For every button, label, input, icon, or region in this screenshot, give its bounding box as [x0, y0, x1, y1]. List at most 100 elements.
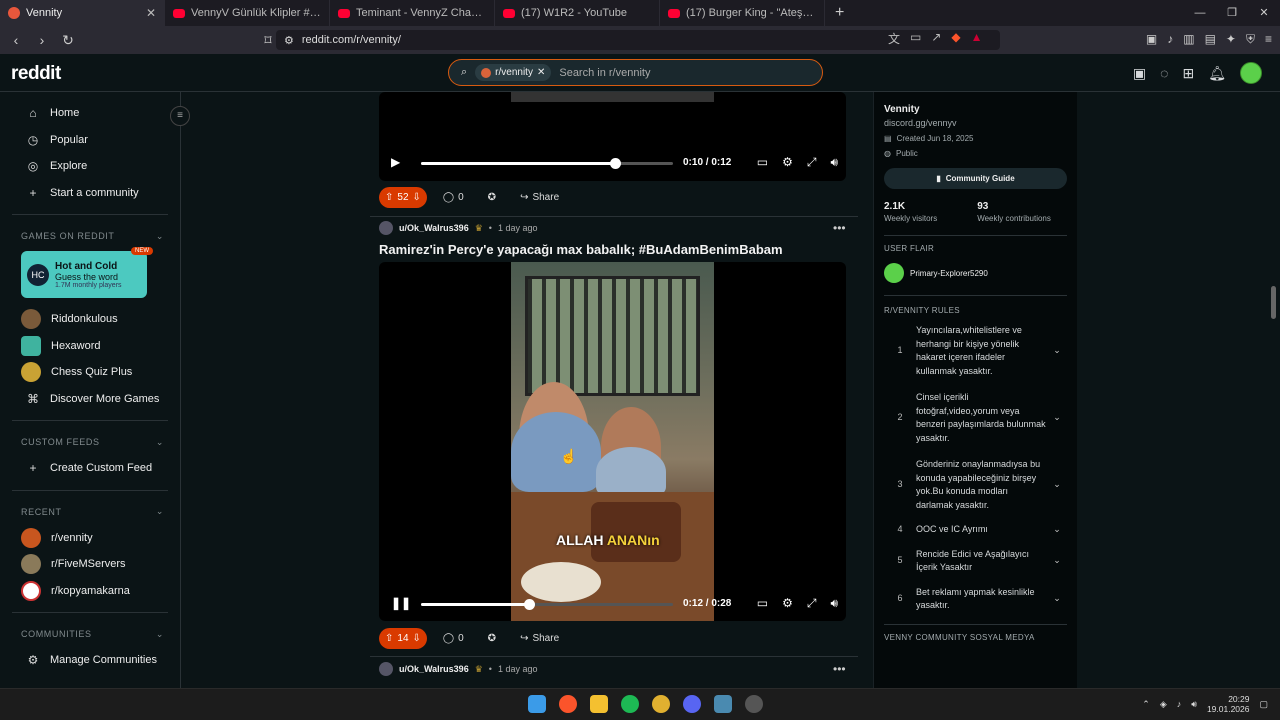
discord-icon[interactable]	[683, 695, 701, 713]
browser-tab-active[interactable]: Vennity ✕	[0, 0, 165, 26]
downvote-icon[interactable]: ⇩	[413, 192, 421, 203]
community-guide-button[interactable]: ▮ Community Guide	[884, 168, 1067, 189]
app-icon[interactable]	[714, 695, 732, 713]
share-button[interactable]: ↪ Share	[512, 187, 567, 208]
browser-tab[interactable]: Teminant - VennyZ Chapter IV - YouT	[330, 0, 495, 26]
settings-icon[interactable]: ⚙	[782, 155, 793, 170]
sidebar-icon[interactable]: ▥	[1183, 32, 1194, 47]
sidebar-recent-item[interactable]: r/vennity	[12, 525, 168, 552]
video-scrubber[interactable]	[610, 158, 622, 169]
volume-icon[interactable]: 🔊︎	[1191, 699, 1197, 710]
sidebar-game-item[interactable]: Chess Quiz Plus	[12, 359, 168, 386]
search-input[interactable]: ⌕ r/vennity ✕ Search in r/vennity	[448, 59, 823, 86]
new-tab-icon[interactable]: +	[825, 4, 854, 22]
captions-icon[interactable]: ▭	[757, 596, 768, 611]
games-section-header[interactable]: GAMES ON REDDIT ⌄	[12, 223, 168, 249]
reader-icon[interactable]: ▣	[1146, 32, 1157, 47]
advertise-icon[interactable]: ▣	[1133, 65, 1146, 82]
fullscreen-icon[interactable]: ⤢	[807, 155, 817, 170]
site-info-icon[interactable]: ⚙	[284, 34, 294, 47]
rule-item[interactable]: 4 OOC ve IC Ayrımı ⌄	[884, 520, 1067, 540]
steam-icon[interactable]	[745, 695, 763, 713]
cast-icon[interactable]: ▭	[910, 30, 921, 47]
comments-button[interactable]: ◯ 0	[435, 187, 472, 208]
music-icon[interactable]: ♪	[1167, 32, 1173, 47]
file-explorer-icon[interactable]	[590, 695, 608, 713]
create-post-icon[interactable]: ⊞	[1182, 65, 1194, 82]
post-title[interactable]: Ramirez'in Percy'e yapacağı max babalık;…	[379, 242, 783, 257]
video-player[interactable]: ALLAH ANANın ☝ ❚❚ 0:12 / 0:28 ▭ ⚙ ⤢ 🔊︎	[379, 262, 846, 621]
sidebar-item-home[interactable]: ⌂ Home	[12, 100, 168, 127]
network-icon[interactable]: ◈	[1160, 699, 1167, 710]
translate-icon[interactable]: 文	[888, 30, 900, 47]
rule-item[interactable]: 1 Yayıncılara,whitelistlere ve herhangi b…	[884, 321, 1067, 381]
tray-expand-icon[interactable]: ⌃	[1142, 699, 1150, 710]
comments-button[interactable]: ◯ 0	[435, 628, 472, 649]
video-progress-bar[interactable]	[421, 158, 673, 169]
chat-icon[interactable]: ◌	[1160, 65, 1168, 81]
share-icon[interactable]: ↗	[931, 30, 941, 47]
browser-tab[interactable]: (17) W1R2 - YouTube	[495, 0, 660, 26]
vote-button-group[interactable]: ⇧ 52 ⇩	[379, 187, 427, 208]
browser-tab[interactable]: (17) Burger King - "Ateş Seni Çağırıyo	[660, 0, 825, 26]
video-scrubber[interactable]	[524, 599, 536, 610]
back-icon[interactable]: ‹	[6, 32, 26, 48]
sidebar-item-discover-games[interactable]: ⌘ Discover More Games	[12, 386, 168, 413]
fullscreen-icon[interactable]: ⤢	[807, 596, 817, 611]
sidebar-item-popular[interactable]: ◷ Popular	[12, 127, 168, 154]
windows-start-icon[interactable]	[528, 695, 546, 713]
rule-item[interactable]: 5 Rencide Edici ve Aşağılayıcı İçerik Yas…	[884, 545, 1067, 578]
scrollbar-thumb[interactable]	[1271, 286, 1276, 319]
microphone-icon[interactable]: ♪	[1177, 699, 1182, 709]
custom-feeds-section-header[interactable]: CUSTOM FEEDS ⌄	[12, 429, 168, 455]
reload-icon[interactable]: ↻	[58, 32, 78, 49]
pause-icon[interactable]: ❚❚	[391, 596, 411, 610]
upvote-icon[interactable]: ⇧	[385, 633, 393, 644]
sidebar-item-start-community[interactable]: + Start a community	[12, 180, 168, 207]
vote-button-group[interactable]: ⇧ 14 ⇩	[379, 628, 427, 649]
volume-icon[interactable]: 🔊︎	[830, 596, 838, 611]
captions-icon[interactable]: ▭	[757, 155, 768, 170]
forward-icon[interactable]: ›	[32, 32, 52, 48]
video-player[interactable]: ▶ 0:10 / 0:12 ▭ ⚙ ⤢ 🔊︎	[379, 92, 846, 181]
avatar[interactable]	[379, 221, 393, 235]
recent-section-header[interactable]: RECENT ⌄	[12, 499, 168, 525]
search-community-chip[interactable]: r/vennity ✕	[475, 64, 552, 81]
sidebar-recent-item[interactable]: r/kopyamakarna	[12, 578, 168, 605]
avatar[interactable]	[379, 662, 393, 676]
sidebar-item-explore[interactable]: ◎ Explore	[12, 153, 168, 180]
rule-item[interactable]: 6 Bet reklamı yapmak kesinlikle yasaktır.…	[884, 583, 1067, 616]
video-progress-bar[interactable]	[421, 599, 673, 610]
sidebar-item-create-feed[interactable]: + Create Custom Feed	[12, 455, 168, 482]
settings-icon[interactable]: ⚙	[782, 596, 793, 611]
window-close-icon[interactable]: ✕	[1248, 0, 1280, 26]
award-button[interactable]: ✪	[480, 187, 504, 208]
brave-shield-icon[interactable]: ◆	[951, 30, 960, 47]
downvote-icon[interactable]: ⇩	[413, 633, 421, 644]
reddit-logo[interactable]: reddit	[11, 63, 61, 85]
play-icon[interactable]: ▶	[391, 155, 400, 169]
communities-section-header[interactable]: COMMUNITIES ⌄	[12, 621, 168, 647]
sidebar-game-item[interactable]: Riddonkulous	[12, 306, 168, 333]
remove-chip-icon[interactable]: ✕	[537, 67, 545, 78]
sidebar-recent-item[interactable]: r/FiveMServers	[12, 551, 168, 578]
rule-item[interactable]: 3 Gönderiniz onaylanmadıysa bu konuda yap…	[884, 455, 1067, 515]
vpn-icon[interactable]: ⛨	[1246, 32, 1255, 47]
menu-icon[interactable]: ≡	[1265, 32, 1272, 47]
rewards-icon[interactable]: ▲	[971, 30, 983, 47]
sidebar-item-manage-communities[interactable]: ⚙ Manage Communities	[12, 647, 168, 674]
minimize-icon[interactable]: —	[1184, 0, 1216, 26]
rule-item[interactable]: 2 Cinsel içerikli fotoğraf,video,yorum ve…	[884, 388, 1067, 448]
more-options-icon[interactable]: •••	[833, 662, 846, 676]
sidebar-game-item[interactable]: Hexaword	[12, 333, 168, 360]
system-clock[interactable]: 20:29 19.01.2026	[1207, 694, 1250, 714]
more-options-icon[interactable]: •••	[833, 221, 846, 235]
award-button[interactable]: ✪	[480, 628, 504, 649]
notifications-icon[interactable]: 🔔︎	[1208, 65, 1226, 82]
notification-center-icon[interactable]: ▢	[1259, 699, 1268, 710]
collapse-sidebar-button[interactable]: ≡	[170, 106, 190, 126]
volume-icon[interactable]: 🔊︎	[830, 155, 838, 170]
upvote-icon[interactable]: ⇧	[385, 192, 393, 203]
share-button[interactable]: ↪ Share	[512, 628, 567, 649]
brave-browser-icon[interactable]	[559, 695, 577, 713]
